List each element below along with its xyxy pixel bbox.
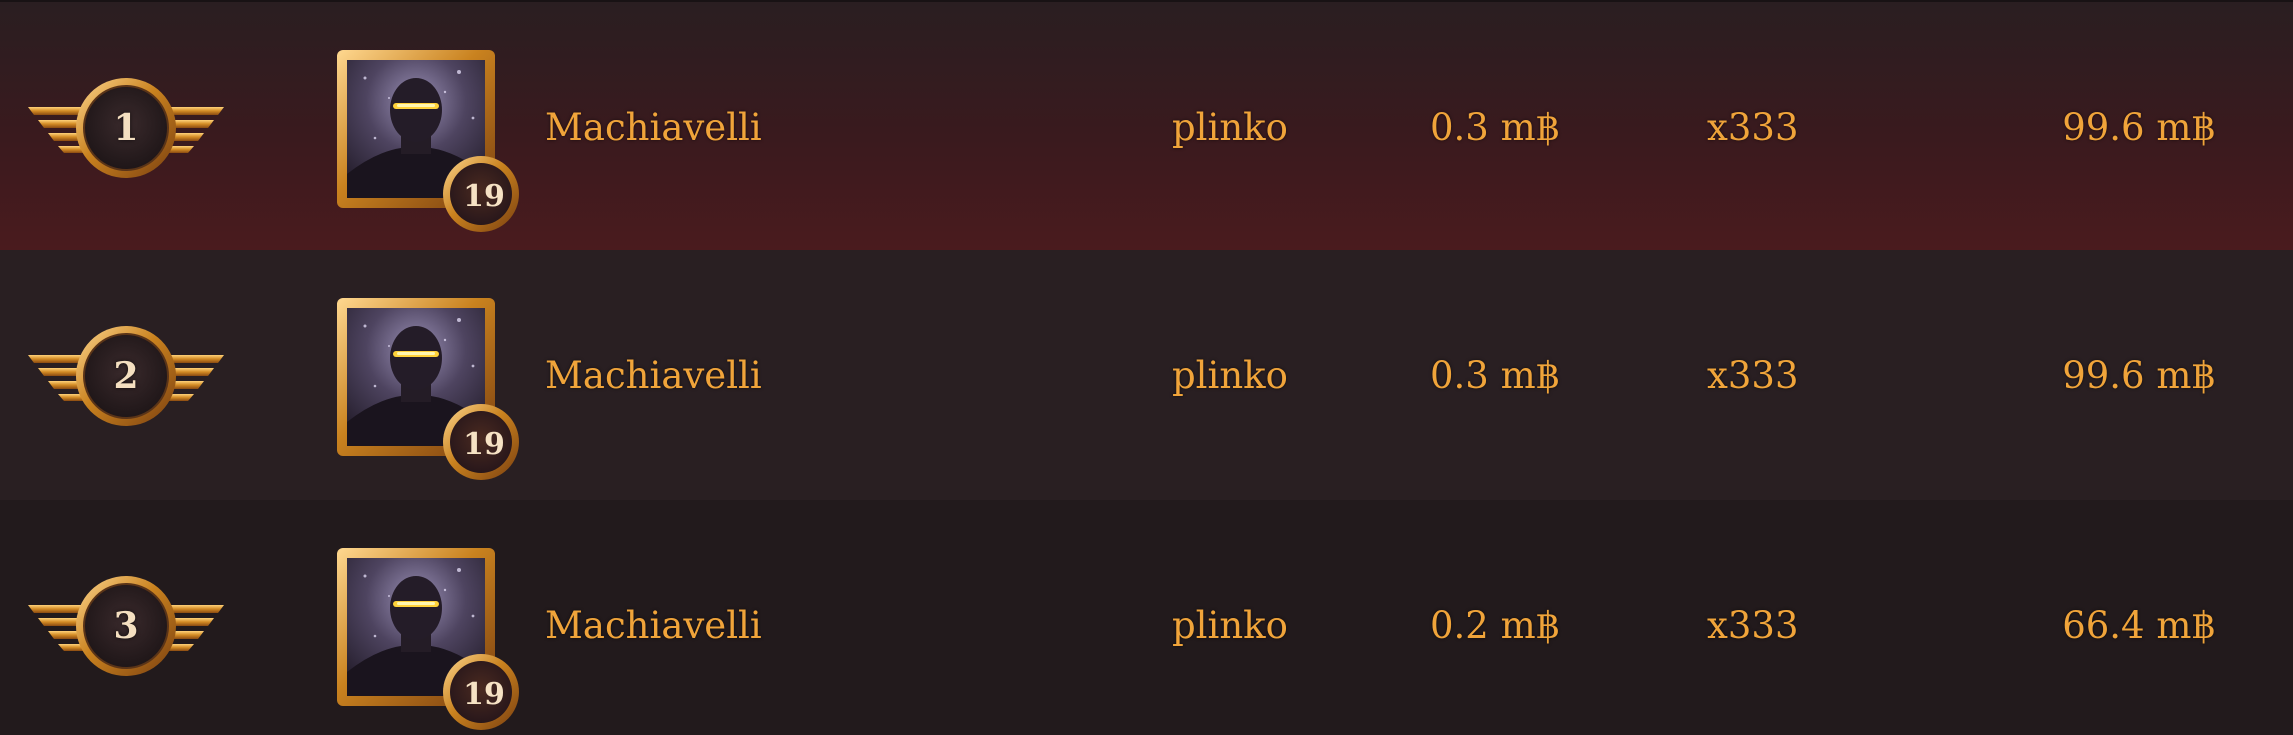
game-name: plinko <box>1172 354 1288 397</box>
rank-medal: 3 <box>28 571 224 681</box>
player-avatar[interactable]: 19 <box>335 296 525 486</box>
multiplier: x333 <box>1707 604 1799 647</box>
level-badge: 19 <box>463 677 505 712</box>
player-name[interactable]: Machiavelli <box>545 596 762 656</box>
player-avatar[interactable]: 19 <box>335 48 525 238</box>
bet-amount: 0.3 m฿ <box>1430 106 1560 149</box>
bet-amount: 0.2 m฿ <box>1430 604 1560 647</box>
rank-medal: 1 <box>28 73 224 183</box>
leaderboard: 1 19 Machiavelli plinko 0.3 m฿ x333 99.6… <box>0 0 2293 735</box>
game-name: plinko <box>1172 106 1288 149</box>
player-avatar[interactable]: 19 <box>335 546 525 735</box>
level-badge: 19 <box>463 427 505 462</box>
payout-amount: 66.4 m฿ <box>2062 604 2215 647</box>
multiplier: x333 <box>1707 354 1799 397</box>
leaderboard-row[interactable]: 1 19 Machiavelli plinko 0.3 m฿ x333 99.6… <box>0 0 2293 250</box>
level-badge: 19 <box>463 179 505 214</box>
bet-amount: 0.3 m฿ <box>1430 354 1560 397</box>
player-name[interactable]: Machiavelli <box>545 98 762 158</box>
rank-number: 3 <box>113 605 139 647</box>
player-name[interactable]: Machiavelli <box>545 346 762 406</box>
rank-number: 1 <box>113 107 139 149</box>
payout-amount: 99.6 m฿ <box>2062 354 2215 397</box>
multiplier: x333 <box>1707 106 1799 149</box>
rank-medal: 2 <box>28 321 224 431</box>
leaderboard-row[interactable]: 3 19 Machiavelli plinko 0.2 m฿ x333 66.4… <box>0 500 2293 735</box>
game-name: plinko <box>1172 604 1288 647</box>
rank-number: 2 <box>113 355 139 397</box>
payout-amount: 99.6 m฿ <box>2062 106 2215 149</box>
leaderboard-row[interactable]: 2 19 Machiavelli plinko 0.3 m฿ x333 99.6… <box>0 250 2293 500</box>
